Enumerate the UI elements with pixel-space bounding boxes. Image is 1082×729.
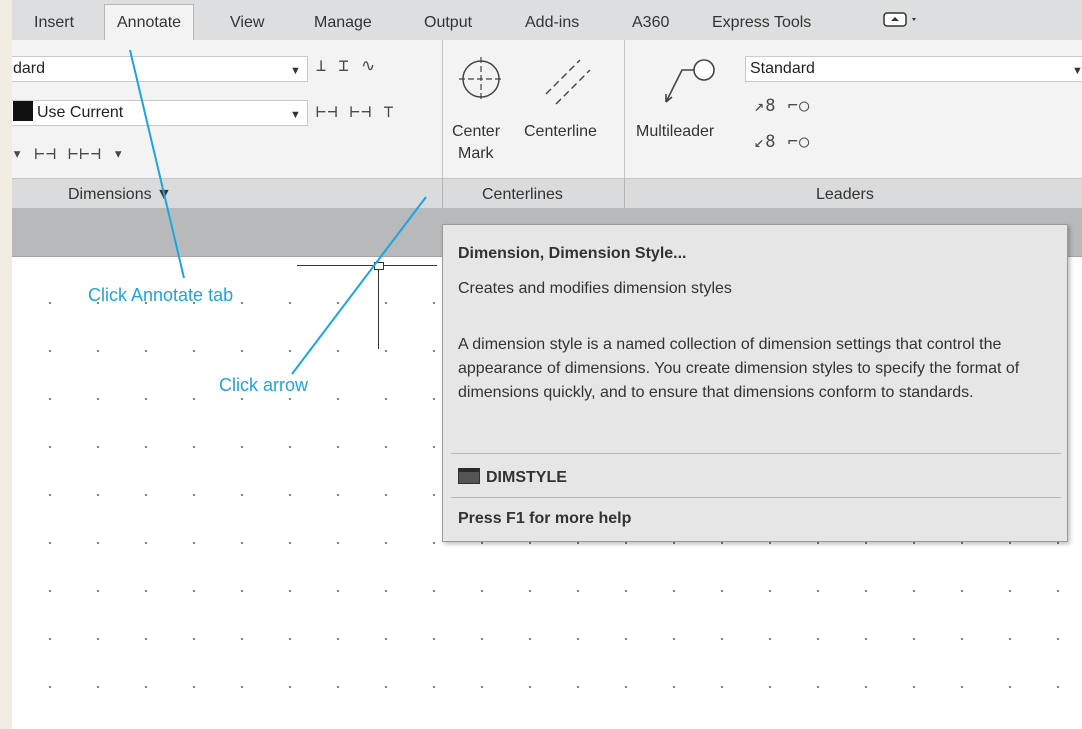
panel-divider bbox=[442, 178, 443, 210]
tooltip-description: A dimension style is a named collection … bbox=[458, 336, 1020, 401]
leader-align-collect-icon[interactable]: ↙8 ⌐○ bbox=[754, 132, 810, 152]
quick-access-icon[interactable] bbox=[882, 7, 924, 42]
color-swatch bbox=[13, 101, 33, 121]
chevron-down-icon[interactable]: ▼ bbox=[1072, 65, 1082, 77]
dimension-style-combo[interactable]: dard bbox=[12, 56, 308, 82]
centerlines-panel-title: Centerlines bbox=[482, 186, 563, 203]
leader-add-remove-icon[interactable]: ↗8 ⌐○ bbox=[754, 96, 810, 116]
tab-a360[interactable]: A360 bbox=[632, 5, 669, 40]
dimension-style-value: dard bbox=[13, 60, 46, 77]
chevron-down-icon[interactable]: ▼ bbox=[290, 65, 301, 77]
tooltip-divider bbox=[451, 497, 1061, 498]
tab-insert[interactable]: Insert bbox=[34, 5, 74, 40]
drawing-line bbox=[378, 265, 379, 349]
dimensions-panel-title[interactable]: Dimensions ▼ bbox=[68, 186, 172, 204]
tab-manage[interactable]: Manage bbox=[314, 5, 372, 40]
dimension-space-icon[interactable]: ▾ ⊢⊣ ⊢⊢⊣ ▾ bbox=[12, 144, 124, 164]
tab-add-ins[interactable]: Add-ins bbox=[525, 5, 579, 40]
tooltip-divider bbox=[451, 453, 1061, 454]
tooltip-help: Press F1 for more help bbox=[458, 510, 632, 527]
tooltip-title: Dimension, Dimension Style... bbox=[458, 245, 687, 262]
dimension-tools-icon[interactable]: ⊥ ⌶ ∿ bbox=[316, 56, 376, 76]
multileader-style-combo[interactable]: Standard bbox=[745, 56, 1082, 82]
center-mark-label-2[interactable]: Mark bbox=[458, 144, 494, 164]
tab-output[interactable]: Output bbox=[424, 5, 472, 40]
centerline-icon[interactable] bbox=[540, 54, 596, 110]
tab-annotate[interactable]: Annotate bbox=[104, 4, 195, 40]
callout-annotate-tab: Click Annotate tab bbox=[88, 285, 234, 305]
ribbon-tab-bar: Insert Annotate View Manage Output Add-i… bbox=[12, 0, 1082, 40]
dimension-layer-combo[interactable]: Use Current bbox=[12, 100, 308, 126]
dimension-style-tooltip: Dimension, Dimension Style... Creates an… bbox=[442, 224, 1068, 542]
multileader-label[interactable]: Multileader bbox=[636, 122, 714, 142]
callout-arrow: Click arrow bbox=[219, 375, 309, 395]
tab-view[interactable]: View bbox=[230, 5, 264, 40]
tooltip-subtitle: Creates and modifies dimension styles bbox=[458, 280, 732, 297]
multileader-icon[interactable] bbox=[660, 54, 722, 110]
center-mark-label[interactable]: Center bbox=[452, 122, 500, 142]
dimension-break-icon[interactable]: ⊢⊣ ⊢⊣ ⊤ bbox=[316, 102, 395, 122]
tab-express-tools[interactable]: Express Tools bbox=[712, 5, 811, 40]
centerline-label[interactable]: Centerline bbox=[524, 122, 597, 142]
ribbon-panel-area: dard ▼ Use Current ▼ ⊥ ⌶ ∿ ⊢⊣ ⊢⊣ ⊤ ▾ ⊢⊣ … bbox=[12, 40, 1082, 211]
leaders-panel-title: Leaders bbox=[816, 186, 874, 203]
panel-divider bbox=[624, 178, 625, 210]
tooltip-command-name: DIMSTYLE bbox=[486, 469, 567, 486]
center-mark-icon[interactable] bbox=[456, 54, 506, 104]
drawing-line bbox=[297, 265, 437, 266]
dimstyle-command-icon bbox=[458, 468, 480, 484]
multileader-style-value: Standard bbox=[750, 60, 815, 77]
dimension-layer-value: Use Current bbox=[37, 104, 124, 121]
tooltip-command: DIMSTYLE bbox=[458, 468, 567, 487]
grip-marker[interactable] bbox=[374, 262, 384, 270]
chevron-down-icon[interactable]: ▼ bbox=[290, 109, 301, 121]
autocad-window: Insert Annotate View Manage Output Add-i… bbox=[12, 0, 1082, 729]
